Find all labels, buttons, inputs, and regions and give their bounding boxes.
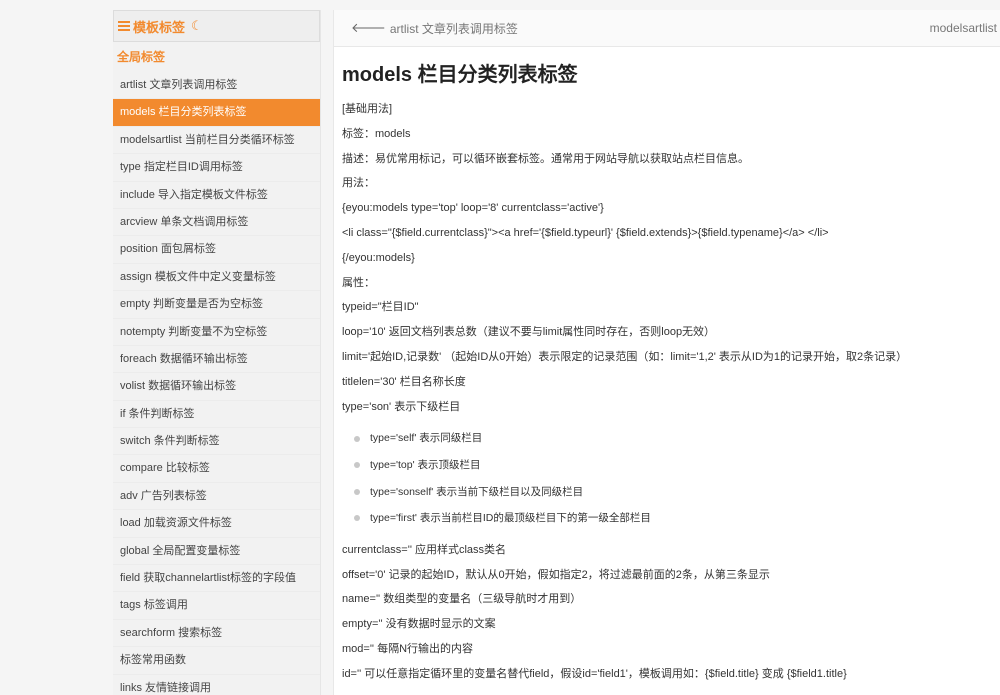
- bullet-dot-icon: [354, 488, 360, 495]
- sidebar-item[interactable]: switch 条件判断标签: [113, 428, 320, 456]
- sidebar-item[interactable]: load 加载资源文件标签: [113, 510, 320, 538]
- doc-line: 用法：: [342, 177, 375, 190]
- doc-line: titlelen='30' 栏目名称长度: [342, 375, 466, 388]
- prev-page-label: artlist 文章列表调用标签: [389, 21, 518, 36]
- doc-line: offset='0' 记录的起始ID，默认从0开始，假如指定2，将过滤最前面的2…: [342, 568, 770, 581]
- page-title: models 栏目分类列表标签: [342, 64, 578, 86]
- sidebar-section-title: 全局标签: [117, 50, 166, 64]
- sidebar-item[interactable]: models 栏目分类列表标签: [113, 99, 320, 127]
- doc-line: {eyou:models type='top' loop='8' current…: [342, 202, 604, 215]
- sidebar-item[interactable]: 标签常用函数: [113, 647, 320, 675]
- sidebar-item[interactable]: compare 比较标签: [113, 455, 320, 483]
- doc-line: mod='' 每隔N行输出的内容: [342, 642, 474, 655]
- sidebar-item[interactable]: artlist 文章列表调用标签: [113, 72, 320, 100]
- moon-icon[interactable]: ☾: [191, 18, 203, 34]
- doc-lines-bottom: currentclass='' 应用样式class类名 offset='0' 记录…: [342, 538, 992, 687]
- type-options-list: type='self' 表示同级栏目 type='top' 表示顶级栏目 type=…: [354, 425, 992, 531]
- sidebar-title: 模板标签: [133, 19, 186, 35]
- list-item: type='sonself' 表示当前下级栏目以及同级栏目: [354, 479, 992, 506]
- doc-line: <li class="{$field.currentclass}"><a hre…: [342, 226, 829, 239]
- doc-line: 描述：易优常用标记，可以循环嵌套标签。通常用于网站导航以获取站点栏目信息。: [342, 152, 749, 165]
- sidebar-item[interactable]: type 指定栏目ID调用标签: [113, 154, 320, 182]
- sidebar-item[interactable]: field 获取channelartlist标签的字段值: [113, 565, 320, 593]
- menu-icon: [118, 21, 130, 31]
- doc-line: type='son' 表示下级栏目: [342, 400, 461, 413]
- doc-line: limit='起始ID,记录数' （起始ID从0开始）表示限定的记录范围（如：l…: [342, 350, 908, 363]
- bullet-dot-icon: [354, 462, 360, 469]
- sidebar-item[interactable]: position 面包屑标签: [113, 236, 320, 264]
- prev-page-link[interactable]: 🡐 artlist 文章列表调用标签: [351, 20, 518, 37]
- list-item-text: type='top' 表示顶级栏目: [370, 458, 481, 471]
- doc-line: id='' 可以任意指定循环里的变量名替代field，假设id='field1'…: [342, 667, 847, 680]
- doc-line: empty='' 没有数据时显示的文案: [342, 618, 496, 631]
- doc-line: 属性：: [342, 276, 375, 289]
- doc-line: typeid="栏目ID": [342, 301, 419, 314]
- article-body: models 栏目分类列表标签 [基础用法] 标签：models 描述：易优常用标记…: [334, 47, 1000, 687]
- doc-line: name='' 数组类型的变量名（三级导航时才用到）: [342, 593, 582, 606]
- sidebar-item[interactable]: foreach 数据循环输出标签: [113, 346, 320, 374]
- sidebar-item[interactable]: volist 数据循环输出标签: [113, 373, 320, 401]
- sidebar-item[interactable]: searchform 搜索标签: [113, 620, 320, 648]
- bullet-dot-icon: [354, 515, 360, 522]
- doc-lines-top: [基础用法] 标签：models 描述：易优常用标记，可以循环嵌套标签。通常用于网站…: [342, 97, 992, 419]
- sidebar-item[interactable]: if 条件判断标签: [113, 401, 320, 429]
- doc-line: [基础用法]: [342, 103, 393, 115]
- list-item: type='top' 表示顶级栏目: [354, 452, 992, 479]
- list-item: type='self' 表示同级栏目: [354, 425, 992, 452]
- doc-line: {/eyou:models}: [342, 251, 415, 264]
- arrow-left-icon: 🡐: [351, 20, 386, 35]
- list-item: type='first' 表示当前栏目ID的最顶级栏目下的第一级全部栏目: [354, 505, 992, 532]
- page-navigation-bar: 🡐 artlist 文章列表调用标签 modelsartlist: [334, 10, 1000, 47]
- sidebar-item[interactable]: include 导入指定模板文件标签: [113, 182, 320, 209]
- bullet-dot-icon: [354, 435, 360, 442]
- sidebar-item[interactable]: arcview 单条文档调用标签: [113, 209, 320, 237]
- list-item-text: type='sonself' 表示当前下级栏目以及同级栏目: [370, 485, 584, 498]
- doc-line: 标签：models: [342, 127, 411, 140]
- sidebar-item[interactable]: global 全局配置变量标签: [113, 538, 320, 566]
- sidebar-header[interactable]: 模板标签 ☾: [113, 10, 320, 42]
- next-page-link[interactable]: modelsartlist: [930, 21, 1000, 35]
- sidebar-nav: artlist 文章列表调用标签 models 栏目分类列表标签 modelsart…: [113, 72, 320, 695]
- doc-line: loop='10' 返回文档列表总数（建议不要与limit属性同时存在，否则lo…: [342, 326, 716, 339]
- sidebar-item[interactable]: assign 模板文件中定义变量标签: [113, 264, 320, 292]
- main-content: 🡐 artlist 文章列表调用标签 modelsartlist models …: [333, 10, 1000, 695]
- sidebar: 模板标签 ☾ 全局标签 artlist 文章列表调用标签 models 栏目分类列…: [113, 10, 321, 695]
- sidebar-item[interactable]: adv 广告列表标签: [113, 483, 320, 511]
- list-item-text: type='self' 表示同级栏目: [370, 432, 483, 445]
- doc-line: currentclass='' 应用样式class类名: [342, 543, 507, 556]
- sidebar-item[interactable]: tags 标签调用: [113, 592, 320, 620]
- sidebar-item[interactable]: modelsartlist 当前栏目分类循环标签: [113, 127, 320, 155]
- sidebar-item[interactable]: links 友情链接调用: [113, 675, 320, 695]
- list-item-text: type='first' 表示当前栏目ID的最顶级栏目下的第一级全部栏目: [370, 512, 651, 525]
- sidebar-item[interactable]: empty 判断变量是否为空标签: [113, 291, 320, 319]
- sidebar-item[interactable]: notempty 判断变量不为空标签: [113, 319, 320, 346]
